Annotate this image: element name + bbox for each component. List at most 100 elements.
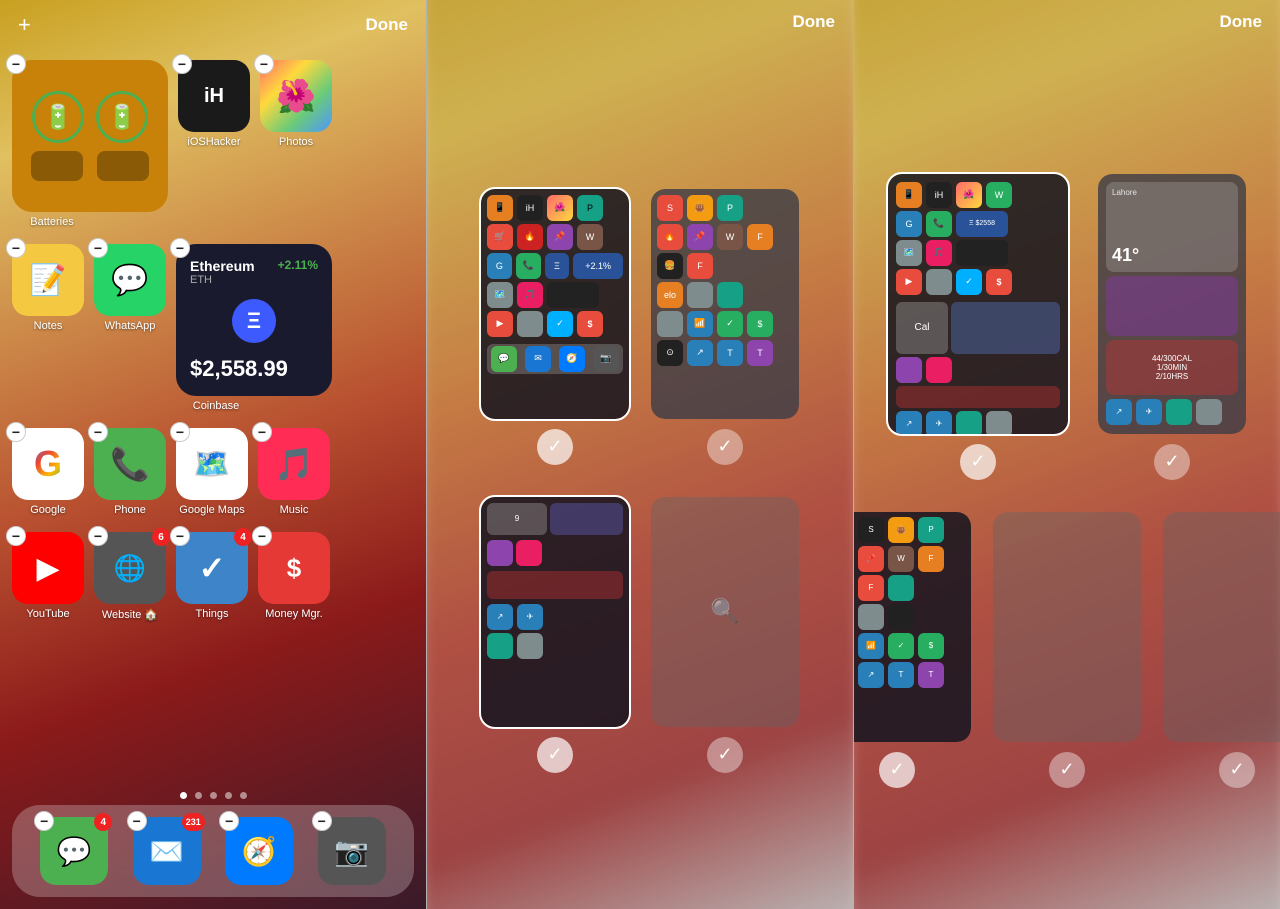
app-whatsapp[interactable]: − 💬 WhatsApp — [94, 244, 166, 332]
app-ioshacker[interactable]: − iH iOSHacker — [178, 60, 250, 148]
screen-thumb-3[interactable]: 9 ↗ ✈ — [479, 495, 631, 729]
notes-label: Notes — [34, 320, 63, 332]
checkmark-b2[interactable]: ✓ — [1049, 752, 1085, 788]
messages-badge: 4 — [94, 813, 112, 831]
checkmark-widget[interactable]: ✓ — [1154, 444, 1190, 480]
checkmark-4[interactable]: ✓ — [707, 737, 743, 773]
app-website[interactable]: − 6 🌐 Website 🏠 — [94, 532, 166, 621]
google-label: Google — [30, 504, 65, 516]
screen-2-container: S 👜 P 🔥 📌 W F 🍔 — [649, 187, 801, 465]
app-notes[interactable]: − 📝 Notes — [12, 244, 84, 332]
checkmark-3[interactable]: ✓ — [537, 737, 573, 773]
minus-whatsapp[interactable]: − — [88, 238, 108, 258]
screen-b2-container: ✓ — [991, 510, 1143, 788]
checkmark-1[interactable]: ✓ — [537, 429, 573, 465]
music-label: Music — [280, 504, 309, 516]
whatsapp-label: WhatsApp — [105, 320, 156, 332]
minus-maps[interactable]: − — [170, 422, 190, 442]
screen-b3-thumb[interactable] — [1161, 510, 1280, 744]
minus-coinbase[interactable]: − — [170, 238, 190, 258]
checkmark-b1[interactable]: ✓ — [879, 752, 915, 788]
money-label: Money Mgr. — [265, 608, 322, 620]
coinbase-logo: Ξ — [232, 299, 276, 343]
minus-mail[interactable]: − — [127, 811, 147, 831]
minus-youtube[interactable]: − — [6, 526, 26, 546]
dock: − 4 💬 − 231 ✉️ − 🧭 − 📷 — [12, 805, 414, 897]
header: + Done — [0, 0, 426, 46]
dock-mail[interactable]: − 231 ✉️ — [133, 817, 201, 885]
panel-screen-selector-1: Done 📱 iH 🌺 P — [427, 0, 854, 909]
things-badge: 4 — [234, 528, 252, 546]
done-button-1[interactable]: Done — [366, 15, 409, 35]
panel-home-screen: + Done − 🔋 🔋 — [0, 0, 427, 909]
app-youtube[interactable]: − ▶ YouTube — [12, 532, 84, 621]
photos-label: Photos — [279, 136, 313, 148]
website-badge: 6 — [152, 528, 170, 546]
done-button-3[interactable]: Done — [1220, 12, 1263, 32]
home-content: − 🔋 🔋 Batteries — [0, 50, 426, 909]
screen-row-bottom-3: S S 👜 P 🔥 📌 W F — [854, 510, 1280, 788]
screen-selector-2: 📱 iH 🌺 W G 📞 Ξ $2558 🗺️ — [854, 50, 1280, 909]
app-maps[interactable]: − 🗺️ Google Maps — [176, 428, 248, 516]
minus-ioshacker[interactable]: − — [172, 54, 192, 74]
app-photos[interactable]: − 🌺 Photos — [260, 60, 332, 148]
coinbase-widget[interactable]: − Ethereum ETH +2.11% Ξ $2,558.99 Coinba… — [176, 244, 332, 412]
done-button-2[interactable]: Done — [793, 12, 836, 32]
checkmark-b3[interactable]: ✓ — [1219, 752, 1255, 788]
minus-notes[interactable]: − — [6, 238, 26, 258]
screen-widget-thumb[interactable]: Lahore 41° 44/300CAL1/30MIN2/10HRS ↗ — [1096, 172, 1248, 436]
minus-website[interactable]: − — [88, 526, 108, 546]
app-music[interactable]: − 🎵 Music — [258, 428, 330, 516]
minus-music[interactable]: − — [252, 422, 272, 442]
checkmark-2[interactable]: ✓ — [707, 429, 743, 465]
app-phone[interactable]: − 📞 Phone — [94, 428, 166, 516]
screen-b3-container: ✓ — [1161, 510, 1280, 788]
screen-thumb-1[interactable]: 📱 iH 🌺 P 🛒 🔥 📌 W — [479, 187, 631, 421]
minus-camera[interactable]: − — [312, 811, 332, 831]
app-money[interactable]: − $ Money Mgr. — [258, 532, 330, 621]
minus-phone[interactable]: − — [88, 422, 108, 442]
screen-1-container: 📱 iH 🌺 P 🛒 🔥 📌 W — [479, 187, 631, 465]
coinbase-price: $2,558.99 — [190, 356, 318, 382]
screen-4-container: 🔍 ✓ — [649, 495, 801, 773]
panel-screen-selector-2: Done 📱 iH 🌺 W — [854, 0, 1280, 909]
screen-b2-thumb[interactable] — [991, 510, 1143, 744]
youtube-label: YouTube — [26, 608, 69, 620]
screen-row-top: 📱 iH 🌺 P 🛒 🔥 📌 W — [479, 187, 801, 465]
minus-photos[interactable]: − — [254, 54, 274, 74]
ioshacker-label: iOSHacker — [187, 136, 240, 148]
screen-b1-container: S S 👜 P 🔥 📌 W F — [854, 510, 973, 788]
app-things[interactable]: − 4 ✓ Things — [176, 532, 248, 621]
screen-thumb-4[interactable]: 🔍 — [649, 495, 801, 729]
dock-messages[interactable]: − 4 💬 — [40, 817, 108, 885]
screen-row-bottom: 9 ↗ ✈ — [479, 495, 801, 773]
screen-thumb-main[interactable]: 📱 iH 🌺 W G 📞 Ξ $2558 🗺️ — [886, 172, 1070, 436]
maps-label: Google Maps — [179, 504, 244, 516]
minus-batteries[interactable]: − — [6, 54, 26, 74]
things-label: Things — [195, 608, 228, 620]
header-3: Done — [854, 0, 1280, 40]
coinbase-change: +2.11% — [278, 258, 318, 272]
screen-thumb-2[interactable]: S 👜 P 🔥 📌 W F 🍔 — [649, 187, 801, 421]
coinbase-label: Coinbase — [176, 400, 256, 412]
mail-badge: 231 — [182, 813, 205, 831]
dock-safari[interactable]: − 🧭 — [225, 817, 293, 885]
phone-label: Phone — [114, 504, 146, 516]
coinbase-name: Ethereum — [190, 258, 255, 274]
minus-money[interactable]: − — [252, 526, 272, 546]
checkmark-main[interactable]: ✓ — [960, 444, 996, 480]
screen-selector: 📱 iH 🌺 P 🛒 🔥 📌 W — [427, 50, 853, 909]
batteries-label: Batteries — [12, 216, 92, 228]
minus-google[interactable]: − — [6, 422, 26, 442]
dock-camera[interactable]: − 📷 — [318, 817, 386, 885]
website-label: Website 🏠 — [102, 608, 158, 621]
screen-b1-thumb[interactable]: S S 👜 P 🔥 📌 W F — [854, 510, 973, 744]
minus-things[interactable]: − — [170, 526, 190, 546]
screen-widget-panel: Lahore 41° 44/300CAL1/30MIN2/10HRS ↗ — [1096, 172, 1248, 480]
coinbase-ticker: ETH — [190, 274, 255, 286]
batteries-widget[interactable]: − 🔋 🔋 Batteries — [12, 60, 168, 228]
header-2: Done — [427, 0, 853, 40]
app-google[interactable]: − G Google — [12, 428, 84, 516]
add-widget-button[interactable]: + — [18, 12, 31, 38]
screen-row-top-3: 📱 iH 🌺 W G 📞 Ξ $2558 🗺️ — [886, 172, 1248, 480]
